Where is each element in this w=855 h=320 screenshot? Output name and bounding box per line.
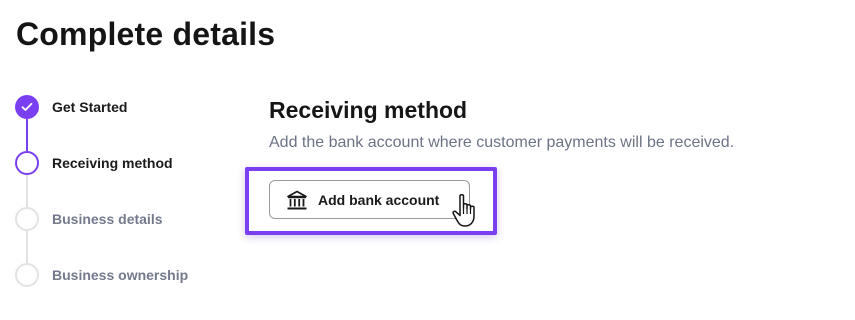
step-label: Receiving method (52, 155, 173, 171)
bank-icon (286, 190, 308, 211)
progress-stepper: Get Started Receiving method Business de… (15, 95, 235, 295)
page-title: Complete details (16, 16, 276, 52)
step-label: Business ownership (52, 267, 189, 283)
section-description: Add the bank account where customer paym… (269, 134, 735, 151)
step-receiving-method[interactable]: Receiving method (15, 151, 235, 175)
button-label: Add bank account (318, 192, 440, 208)
step-label: Get Started (52, 99, 128, 115)
pending-step-indicator (15, 207, 39, 231)
step-business-details[interactable]: Business details (15, 207, 235, 231)
step-connector (26, 119, 28, 151)
step-business-ownership[interactable]: Business ownership (15, 263, 235, 287)
complete-details-page: Complete details Get Started Receiving m… (0, 0, 855, 320)
step-label: Business details (52, 211, 163, 227)
active-step-indicator (15, 151, 39, 175)
section-title: Receiving method (269, 97, 468, 123)
hand-pointer-cursor-icon (451, 193, 483, 229)
step-get-started[interactable]: Get Started (15, 95, 235, 119)
add-bank-account-button[interactable]: Add bank account (269, 180, 470, 219)
step-connector (26, 231, 28, 263)
pending-step-indicator (15, 263, 39, 287)
step-connector (26, 175, 28, 207)
check-icon (15, 95, 39, 119)
